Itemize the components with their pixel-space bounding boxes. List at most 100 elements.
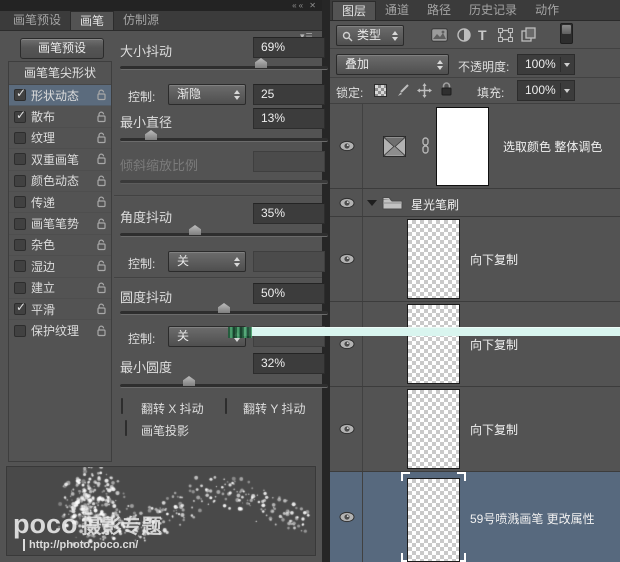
lock-icon[interactable]	[96, 196, 107, 208]
layer-thumbnail[interactable]	[407, 478, 460, 562]
flip-x-checkbox[interactable]: ✓	[121, 398, 123, 414]
layer-row-group[interactable]: 星光笔刷	[330, 189, 620, 217]
visibility-eye-icon[interactable]	[339, 423, 355, 435]
filter-pixel-layers-icon[interactable]	[431, 28, 448, 42]
layer-row[interactable]: 向下复制	[330, 302, 620, 387]
blend-mode-dropdown[interactable]: 叠加	[336, 54, 449, 75]
layer-thumbnail[interactable]	[407, 304, 460, 384]
size-jitter-slider[interactable]	[120, 58, 328, 70]
section-dual-brush[interactable]: ✓ 双重画笔	[9, 149, 111, 171]
section-scattering[interactable]: ✓ 散布	[9, 106, 111, 128]
layer-row[interactable]: 向下复制	[330, 387, 620, 472]
tab-clone-source[interactable]: 仿制源	[114, 11, 168, 30]
checkbox[interactable]: ✓	[14, 260, 26, 273]
group-folder-icon[interactable]	[382, 195, 403, 211]
lock-icon[interactable]	[96, 303, 107, 315]
checkbox[interactable]: ✓	[14, 131, 26, 144]
visibility-eye-icon[interactable]	[339, 197, 355, 208]
checkbox[interactable]: ✓	[14, 86, 26, 102]
angle-jitter-slider[interactable]	[120, 225, 328, 237]
brush-presets-button[interactable]: 画笔预设	[20, 38, 104, 59]
fade-steps-value[interactable]: 25	[253, 84, 325, 105]
layer-thumbnail[interactable]	[407, 389, 460, 469]
checkbox[interactable]: ✓	[14, 108, 26, 123]
checkbox[interactable]: ✓	[14, 324, 26, 337]
section-noise[interactable]: ✓ 杂色	[9, 235, 111, 257]
section-brush-pose[interactable]: ✓ 画笔笔势	[9, 213, 111, 235]
slider-thumb[interactable]	[189, 225, 201, 235]
lock-pixels-icon[interactable]	[395, 83, 410, 98]
visibility-eye-icon[interactable]	[339, 338, 355, 350]
min-roundness-slider[interactable]	[120, 376, 328, 388]
lock-icon[interactable]	[96, 111, 107, 123]
lock-icon[interactable]	[96, 282, 107, 294]
layer-row-selected[interactable]: 59号喷溅画笔 更改属性	[330, 472, 620, 562]
section-protect-texture[interactable]: ✓ 保护纹理	[9, 320, 111, 341]
min-diameter-slider[interactable]	[120, 130, 328, 142]
lock-icon[interactable]	[96, 260, 107, 272]
layer-thumbnail[interactable]	[407, 219, 460, 299]
lock-icon[interactable]	[96, 153, 107, 165]
tab-channels[interactable]: 通道	[376, 1, 418, 20]
brush-tip-shape-item[interactable]: 画笔笔尖形状	[9, 62, 111, 85]
angle-jitter-value[interactable]: 35%	[253, 203, 325, 224]
filter-shape-layers-icon[interactable]	[498, 28, 513, 42]
layer-row-adjustment[interactable]: 选取颜色 整体调色	[330, 104, 620, 189]
visibility-eye-icon[interactable]	[339, 511, 355, 523]
checkbox[interactable]: ✓	[14, 238, 26, 251]
lock-icon[interactable]	[96, 175, 107, 187]
selective-color-thumbnail[interactable]	[383, 136, 406, 157]
checkbox[interactable]: ✓	[14, 300, 26, 316]
lock-icon[interactable]	[96, 218, 107, 230]
slider-thumb[interactable]	[255, 58, 267, 68]
lock-position-icon[interactable]	[417, 83, 432, 98]
slider-thumb[interactable]	[145, 130, 157, 140]
mask-link-icon[interactable]	[421, 137, 430, 154]
roundness-jitter-slider[interactable]	[120, 303, 328, 315]
roundness-jitter-value[interactable]: 50%	[253, 283, 325, 304]
group-expand-triangle-icon[interactable]	[367, 200, 377, 206]
checkbox[interactable]: ✓	[14, 174, 26, 187]
tab-brush-presets[interactable]: 画笔预设	[4, 11, 70, 30]
min-roundness-value[interactable]: 32%	[253, 353, 325, 374]
filter-adjustment-layers-icon[interactable]	[457, 28, 471, 42]
filter-smart-objects-icon[interactable]	[521, 27, 536, 42]
close-panel-icon[interactable]: ✕	[309, 1, 318, 10]
min-diameter-value[interactable]: 13%	[253, 108, 325, 129]
section-transfer[interactable]: ✓ 传递	[9, 192, 111, 214]
fill-combo[interactable]: 100%	[517, 80, 575, 101]
opacity-combo[interactable]: 100%	[517, 54, 575, 75]
lock-all-icon[interactable]	[440, 82, 453, 97]
size-jitter-value[interactable]: 69%	[253, 37, 325, 58]
filter-toggle-switch[interactable]	[560, 23, 573, 44]
size-control-dropdown[interactable]: 渐隐	[168, 84, 246, 105]
visibility-eye-icon[interactable]	[339, 140, 355, 152]
filter-type-layers-icon[interactable]: T	[478, 27, 487, 43]
layer-row[interactable]: 向下复制	[330, 217, 620, 302]
lock-icon[interactable]	[96, 239, 107, 251]
tab-brush[interactable]: 画笔	[70, 11, 115, 30]
lock-icon[interactable]	[96, 325, 107, 337]
lock-transparency-icon[interactable]	[374, 84, 387, 97]
section-shape-dynamics[interactable]: ✓ 形状动态	[9, 85, 111, 107]
angle-control-dropdown[interactable]: 关	[168, 251, 246, 272]
tab-actions[interactable]: 动作	[526, 1, 568, 20]
section-smoothing[interactable]: ✓ 平滑	[9, 299, 111, 321]
checkbox[interactable]: ✓	[14, 196, 26, 209]
tab-layers[interactable]: 图层	[332, 1, 377, 20]
tab-paths[interactable]: 路径	[418, 1, 460, 20]
collapse-panel-icon[interactable]: ««	[292, 1, 305, 10]
tab-history[interactable]: 历史记录	[460, 1, 526, 20]
lock-icon[interactable]	[96, 89, 107, 101]
section-wet-edges[interactable]: ✓ 湿边	[9, 256, 111, 278]
checkbox[interactable]: ✓	[14, 153, 26, 166]
flip-y-checkbox[interactable]: ✓	[225, 398, 227, 414]
checkbox[interactable]: ✓	[14, 281, 26, 294]
section-texture[interactable]: ✓ 纹理	[9, 128, 111, 150]
layer-mask-thumbnail[interactable]	[436, 107, 489, 186]
visibility-eye-icon[interactable]	[339, 253, 355, 265]
section-build-up[interactable]: ✓ 建立	[9, 278, 111, 299]
slider-thumb[interactable]	[218, 303, 230, 313]
brush-projection-checkbox[interactable]: ✓	[125, 420, 127, 436]
slider-thumb[interactable]	[183, 376, 195, 386]
